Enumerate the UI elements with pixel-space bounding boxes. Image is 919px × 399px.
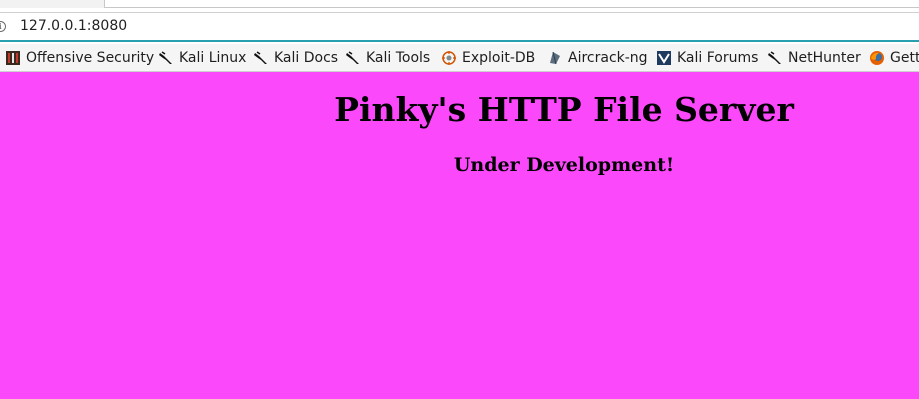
bookmark-kali-forums[interactable]: Kali Forums [656,49,758,67]
bookmark-aircrack-ng[interactable]: Aircrack-ng [547,49,648,67]
bookmark-exploit-db[interactable]: Exploit-DB [441,49,535,67]
bookmark-label: Exploit-DB [462,50,536,66]
bookmark-label: Kali Forums [677,50,759,66]
browser-window: i 127.0.0.1:8080 Offensive Security Kali… [0,0,919,399]
bookmark-label: Kali Tools [366,50,431,66]
site-info-icon[interactable]: i [0,21,6,32]
bookmark-label: Kali Docs [274,50,339,66]
bookmark-label: NetHunter [788,50,861,66]
bookmark-kali-docs[interactable]: Kali Docs [253,49,338,67]
kali-dragon-icon [158,50,174,66]
page-subtitle: Under Development! [453,154,675,176]
bookmark-label: Kali Linux [179,50,247,66]
url-text[interactable]: 127.0.0.1:8080 [20,18,127,34]
kali-forums-icon [656,50,672,66]
kali-dragon-icon [253,50,269,66]
bookmark-label: Gett [890,50,919,66]
aircrack-ng-icon [547,50,563,66]
bookmark-kali-tools[interactable]: Kali Tools [345,49,430,67]
offensive-security-icon [5,50,21,66]
exploit-db-icon [441,50,457,66]
bookmark-offensive-security[interactable]: Offensive Security [5,49,154,67]
bookmark-label: Aircrack-ng [568,50,648,66]
page-title: Pinky's HTTP File Server [334,90,794,129]
page-content: Pinky's HTTP File Server Under Developme… [0,72,919,399]
address-bar[interactable]: i 127.0.0.1:8080 [0,12,919,42]
bookmark-label: Offensive Security [26,50,155,66]
kali-dragon-icon [767,50,783,66]
bookmarks-toolbar: Offensive Security Kali Linux Kali Docs [0,44,919,72]
firefox-icon [869,50,885,66]
tab-strip [0,0,919,8]
active-tab-edge[interactable] [104,0,919,8]
bookmark-getting-started[interactable]: Gett [869,49,919,67]
bookmark-nethunter[interactable]: NetHunter [767,49,861,67]
bookmark-kali-linux[interactable]: Kali Linux [158,49,246,67]
kali-dragon-icon [345,50,361,66]
